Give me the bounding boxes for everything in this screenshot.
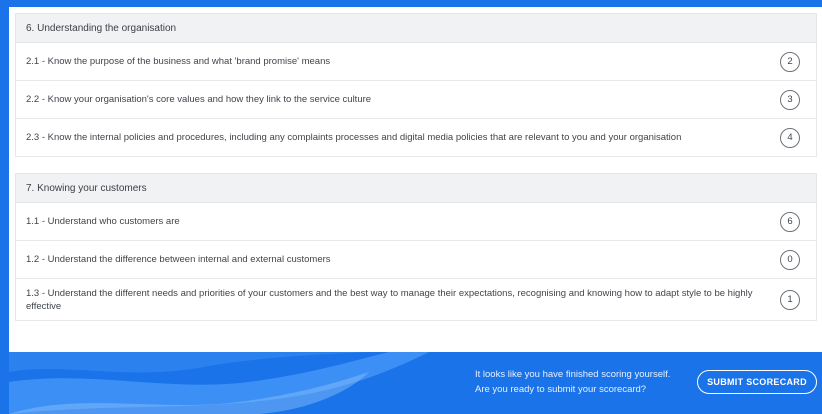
- submit-scorecard-button[interactable]: SUBMIT SCORECARD: [697, 370, 817, 394]
- row-label: 1.2 - Understand the difference between …: [26, 254, 331, 265]
- score-row: 2.1 - Know the purpose of the business a…: [15, 43, 817, 81]
- section-knowing-customers: 7. Knowing your customers 1.1 - Understa…: [15, 173, 817, 321]
- submit-footer: It looks like you have finished scoring …: [9, 352, 822, 414]
- section-title: 7. Knowing your customers: [26, 182, 147, 194]
- score-row: 1.2 - Understand the difference between …: [15, 241, 817, 279]
- score-row: 1.3 - Understand the different needs and…: [15, 279, 817, 321]
- scorecard-content: 6. Understanding the organisation 2.1 - …: [9, 7, 822, 352]
- section-title: 6. Understanding the organisation: [26, 22, 177, 34]
- section-understanding-organisation: 6. Understanding the organisation 2.1 - …: [15, 13, 817, 157]
- scorecard-panel: 6. Understanding the organisation 2.1 - …: [9, 7, 822, 414]
- section-header: 7. Knowing your customers: [15, 173, 817, 203]
- row-label: 2.3 - Know the internal policies and pro…: [26, 132, 682, 143]
- score-badge[interactable]: 6: [780, 211, 800, 232]
- score-badge[interactable]: 0: [780, 249, 800, 270]
- score-badge[interactable]: 3: [780, 89, 800, 110]
- score-row: 2.2 - Know your organisation's core valu…: [15, 81, 817, 119]
- row-label: 2.1 - Know the purpose of the business a…: [26, 56, 331, 67]
- row-label: 1.3 - Understand the different needs and…: [26, 287, 753, 312]
- score-row: 2.3 - Know the internal policies and pro…: [15, 119, 817, 157]
- completion-message-line1: It looks like you have finished scoring …: [475, 369, 671, 380]
- score-badge[interactable]: 4: [780, 127, 800, 148]
- row-label: 2.2 - Know your organisation's core valu…: [26, 94, 372, 105]
- row-label: 1.1 - Understand who customers are: [26, 216, 180, 227]
- score-row: 1.1 - Understand who customers are 6: [15, 203, 817, 241]
- score-badge[interactable]: 1: [780, 289, 800, 310]
- score-badge[interactable]: 2: [780, 51, 800, 72]
- completion-message: It looks like you have finished scoring …: [475, 367, 685, 397]
- section-header: 6. Understanding the organisation: [15, 13, 817, 43]
- completion-message-line2: Are you ready to submit your scorecard?: [475, 384, 647, 395]
